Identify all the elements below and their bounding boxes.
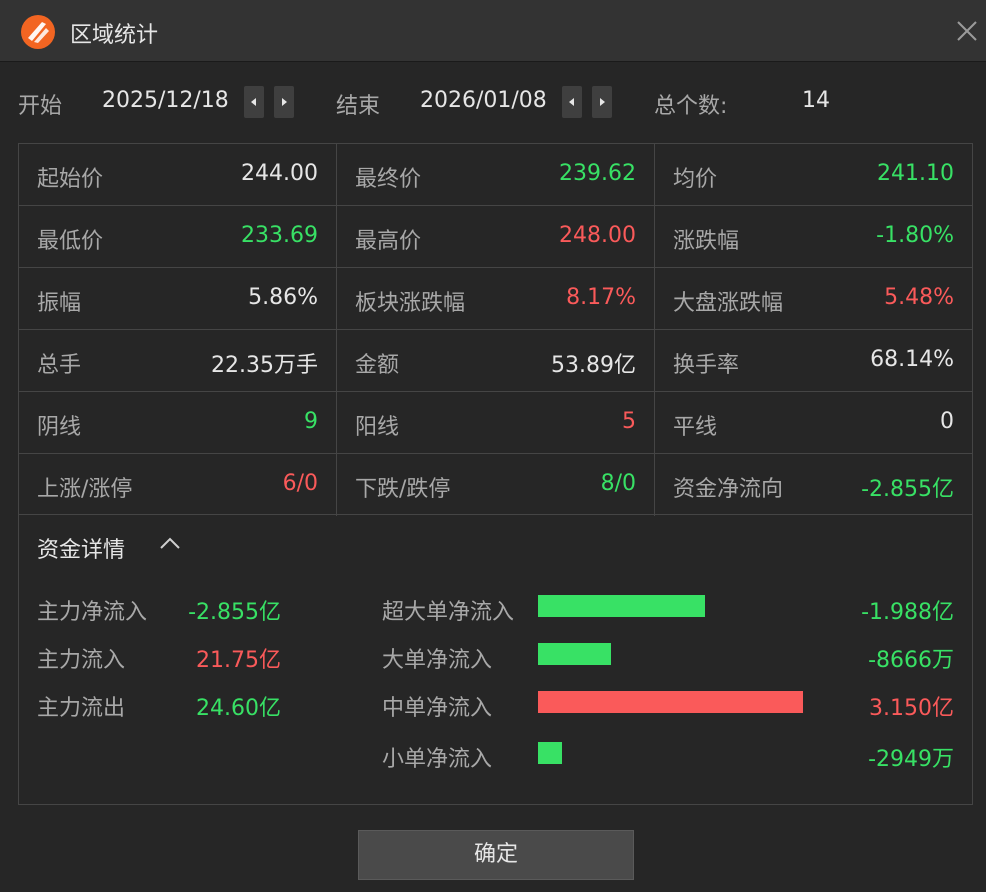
arrow-left-icon [569,98,574,106]
stat-value: 5.86% [248,285,318,310]
stat-label: 涨跌幅 [673,229,740,254]
stat-cell: 阳线 5 [337,392,655,454]
order-flow-value: -2949万 [868,747,954,772]
date-range-row: 开始 2025/12/18 结束 2026/01/08 总个数: 14 [0,80,986,126]
start-prev-button[interactable] [244,86,264,118]
stat-label: 最高价 [355,229,422,254]
stat-cell: 板块涨跌幅 8.17% [337,268,655,330]
stat-label: 换手率 [673,353,740,378]
stat-label: 均价 [673,167,718,192]
stat-value: 239.62 [559,161,636,186]
order-flow-value: -8666万 [868,648,954,673]
app-logo-icon [21,15,55,49]
stat-cell: 总手 22.35万手 [19,330,337,392]
stat-label: 阳线 [355,415,400,440]
order-flow-bar [538,742,562,764]
chevron-up-icon[interactable] [159,536,181,550]
order-flow-value: 3.150亿 [869,696,954,721]
stat-cell: 大盘涨跌幅 5.48% [655,268,972,330]
stat-value: 9 [304,409,318,434]
stat-cell: 最高价 248.00 [337,206,655,268]
count-label: 总个数: [654,94,728,119]
order-flow-label: 超大单净流入 [382,600,515,625]
order-flow-label: 大单净流入 [382,648,493,673]
order-flow-bar [538,643,611,665]
stat-label: 最终价 [355,167,422,192]
main-flow-value: 24.60亿 [196,696,281,721]
stat-value: -2.855亿 [861,477,954,502]
stat-label: 板块涨跌幅 [355,291,466,316]
end-label: 结束 [336,94,381,119]
stat-label: 下跌/跌停 [355,477,451,502]
main-flow-label: 主力流入 [37,648,126,673]
stat-value: 248.00 [559,223,636,248]
stat-cell: 下跌/跌停 8/0 [337,454,655,516]
stat-cell: 最终价 239.62 [337,144,655,206]
fund-details-panel: 资金详情 主力净流入 -2.855亿主力流入 21.75亿主力流出 24.60亿 超大单… [18,514,973,805]
arrow-left-icon [251,98,256,106]
stat-cell: 最低价 233.69 [19,206,337,268]
stat-label: 起始价 [37,167,104,192]
stat-value: 53.89亿 [551,353,636,378]
stat-value: 68.14% [870,347,954,372]
stat-value: 5.48% [884,285,954,310]
stat-value: -1.80% [876,223,954,248]
stat-label: 大盘涨跌幅 [673,291,784,316]
stat-value: 241.10 [877,161,954,186]
stat-cell: 涨跌幅 -1.80% [655,206,972,268]
stat-cell: 阴线 9 [19,392,337,454]
stat-label: 振幅 [37,291,82,316]
start-next-button[interactable] [274,86,294,118]
stat-cell: 振幅 5.86% [19,268,337,330]
stat-cell: 资金净流向 -2.855亿 [655,454,972,516]
stat-label: 阴线 [37,415,82,440]
arrow-right-icon [600,98,605,106]
stat-label: 总手 [37,353,82,378]
stat-value: 22.35万手 [211,353,318,378]
order-flow-label: 中单净流入 [382,696,493,721]
stat-cell: 起始价 244.00 [19,144,337,206]
stat-value: 8/0 [600,471,636,496]
order-flow-value: -1.988亿 [861,600,954,625]
order-flow-label: 小单净流入 [382,747,493,772]
main-flow-value: 21.75亿 [196,648,281,673]
main-flow-label: 主力净流入 [37,600,148,625]
end-next-button[interactable] [592,86,612,118]
fund-details-title: 资金详情 [37,538,126,563]
close-icon[interactable] [956,20,978,42]
stat-value: 6/0 [282,471,318,496]
main-flow-value: -2.855亿 [188,600,281,625]
order-flow-bar [538,595,705,617]
arrow-right-icon [282,98,287,106]
end-date: 2026/01/08 [420,88,547,113]
stats-grid: 起始价 244.00 最终价 239.62 均价 241.10 最低价 233.69 最高价 24… [18,143,973,516]
window-title: 区域统计 [70,23,159,48]
stat-cell: 平线 0 [655,392,972,454]
stat-cell: 上涨/涨停 6/0 [19,454,337,516]
start-date: 2025/12/18 [102,88,229,113]
stat-label: 上涨/涨停 [37,477,133,502]
end-prev-button[interactable] [562,86,582,118]
start-label: 开始 [18,94,63,119]
stat-label: 平线 [673,415,718,440]
stat-cell: 换手率 68.14% [655,330,972,392]
stat-value: 244.00 [241,161,318,186]
ok-button[interactable]: 确定 [358,830,634,880]
stat-label: 金额 [355,353,400,378]
stat-cell: 金额 53.89亿 [337,330,655,392]
stat-value: 0 [940,409,954,434]
stat-value: 233.69 [241,223,318,248]
stat-label: 最低价 [37,229,104,254]
stat-cell: 均价 241.10 [655,144,972,206]
title-bar: 区域统计 [0,0,986,62]
main-flow-label: 主力流出 [37,696,126,721]
order-flow-bar [538,691,803,713]
stat-value: 5 [622,409,636,434]
stat-label: 资金净流向 [673,477,784,502]
count-value: 14 [802,88,830,113]
stat-value: 8.17% [566,285,636,310]
